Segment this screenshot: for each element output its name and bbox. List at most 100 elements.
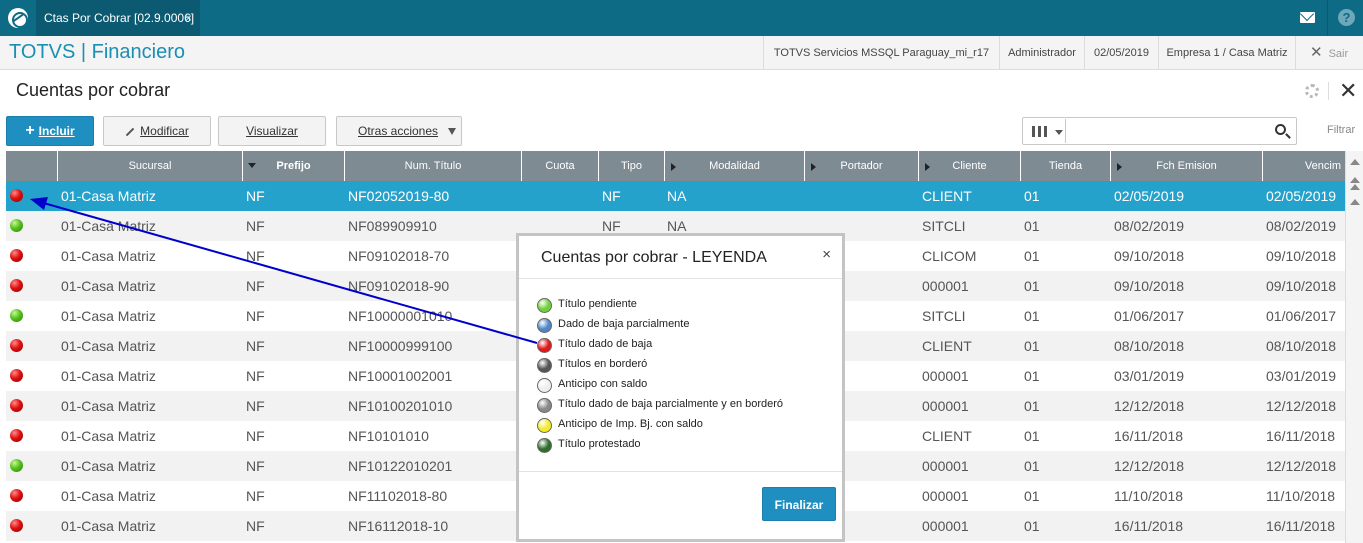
header-tienda[interactable]: Tienda [1021,151,1111,181]
scroll-up-icon[interactable] [1350,199,1360,205]
cell-sucursal: 01-Casa Matriz [61,398,156,414]
columns-icon[interactable] [1024,119,1066,143]
mail-icon[interactable] [1300,12,1315,23]
legend-color-icon [537,318,552,333]
cell-tienda: 01 [1024,458,1040,474]
close-icon: ✕ [1310,44,1323,61]
green-status-icon[interactable] [10,219,23,232]
gear-icon[interactable] [1305,84,1319,98]
divider [1327,0,1328,36]
cell-tienda: 01 [1024,338,1040,354]
table-row[interactable]: 01-Casa Matriz NF NF02052019-80 NF NA CLIENT 0… [6,181,1345,211]
close-page-icon[interactable]: ✕ [1339,78,1357,104]
header-cuota[interactable]: Cuota [522,151,599,181]
totvs-logo-icon[interactable] [8,8,28,28]
visualizar-label: Visualizar [246,124,298,138]
scroll-up-icon[interactable] [1350,159,1360,165]
cell-fch-emision: 08/02/2019 [1114,218,1185,234]
red-status-icon[interactable] [10,189,23,202]
cell-prefijo: NF [246,428,265,444]
cell-cliente: CLIENT [922,428,972,444]
cell-sucursal: 01-Casa Matriz [61,308,156,324]
legend-label: Anticipo de Imp. Bj. con saldo [558,418,703,430]
header-cliente[interactable]: Cliente [919,151,1021,181]
search-input[interactable] [1022,117,1297,145]
incluir-label: Incluir [38,124,75,138]
cell-cliente: 000001 [922,368,969,384]
divider [519,471,842,472]
header-tipo[interactable]: Tipo [599,151,665,181]
red-status-icon[interactable] [10,519,23,532]
red-status-icon[interactable] [10,279,23,292]
cell-tienda: 01 [1024,428,1040,444]
red-status-icon[interactable] [10,339,23,352]
vertical-scrollbar[interactable] [1345,151,1363,543]
cell-sucursal: 01-Casa Matriz [61,218,156,234]
visualizar-button[interactable]: Visualizar [218,116,326,146]
company-info[interactable]: Empresa 1 / Casa Matriz [1158,36,1295,70]
red-status-icon[interactable] [10,399,23,412]
legend-color-icon [537,358,552,373]
exit-button[interactable]: ✕ Sair [1295,36,1363,70]
modificar-button[interactable]: Modificar [103,116,211,146]
header-prefijo[interactable]: Prefijo [243,151,345,181]
filtrar-link[interactable]: Filtrar [1327,124,1355,136]
cell-num-titulo: NF16112018-10 [348,518,449,534]
cell-vencimiento: 08/02/2019 [1266,218,1337,234]
cell-sucursal: 01-Casa Matriz [61,368,156,384]
user-info: Administrador [999,36,1084,70]
legend-label: Título pendiente [558,298,637,310]
tab-close-icon[interactable]: × [185,0,192,36]
header-fch-emision[interactable]: Fch Emision [1111,151,1263,181]
red-status-icon[interactable] [10,429,23,442]
header-modalidad[interactable]: Modalidad [665,151,805,181]
green-status-icon[interactable] [10,459,23,472]
cell-prefijo: NF [246,398,265,414]
header-portador[interactable]: Portador [805,151,919,181]
help-icon[interactable]: ? [1338,9,1355,26]
legend-dialog: Cuentas por cobrar - LEYENDA × Título pe… [516,233,845,542]
cell-num-titulo: NF10122010201 [348,458,453,474]
search-icon[interactable] [1275,124,1286,135]
server-info: TOTVS Servicios MSSQL Paraguay_mi_r17 [763,36,999,70]
red-status-icon[interactable] [10,489,23,502]
cell-fch-emision: 01/06/2017 [1114,308,1185,324]
legend-label: Título dado de baja parcialmente y en bo… [558,398,784,410]
header-vencimiento[interactable]: Vencim [1263,151,1345,181]
legend-color-icon [537,338,552,353]
scroll-page-up-icon[interactable] [1350,177,1360,183]
legend-color-icon [537,398,552,413]
header-sucursal[interactable]: Sucursal [58,151,243,181]
legend-title: Cuentas por cobrar - LEYENDA [541,249,767,266]
header-status[interactable] [6,151,58,181]
legend-label: Dado de baja parcialmente [558,318,690,330]
app-title: TOTVS | Financiero [9,41,185,63]
scroll-page-up-icon[interactable] [1350,184,1360,190]
cell-fch-emision: 02/05/2019 [1114,188,1185,204]
red-status-icon[interactable] [10,249,23,262]
legend-close-icon[interactable]: × [822,246,831,263]
cell-vencimiento: 03/01/2019 [1266,368,1337,384]
cell-sucursal: 01-Casa Matriz [61,488,156,504]
otras-acciones-button[interactable]: Otras acciones [336,116,462,146]
cell-cliente: SITCLI [922,308,966,324]
cell-cliente: 000001 [922,488,969,504]
page-title: Cuentas por cobrar [16,80,171,100]
cell-fch-emision: 08/10/2018 [1114,338,1185,354]
header-num-titulo[interactable]: Num. Título [345,151,522,181]
cell-tipo: NF [602,188,621,204]
finalizar-button[interactable]: Finalizar [762,487,836,521]
red-status-icon[interactable] [10,369,23,382]
plus-icon: + [25,122,35,139]
cell-sucursal: 01-Casa Matriz [61,248,156,264]
cell-fch-emision: 03/01/2019 [1114,368,1185,384]
legend-label: Títulos en borderó [558,358,648,370]
cell-sucursal: 01-Casa Matriz [61,338,156,354]
tab-ctas-por-cobrar[interactable]: Ctas Por Cobrar [02.9.0006] × [36,0,200,36]
cell-tienda: 01 [1024,248,1040,264]
divider [519,278,842,279]
green-status-icon[interactable] [10,309,23,322]
incluir-button[interactable]: + Incluir [6,116,94,146]
cell-num-titulo: NF089909910 [348,218,437,234]
legend-label: Título dado de baja [558,338,653,350]
